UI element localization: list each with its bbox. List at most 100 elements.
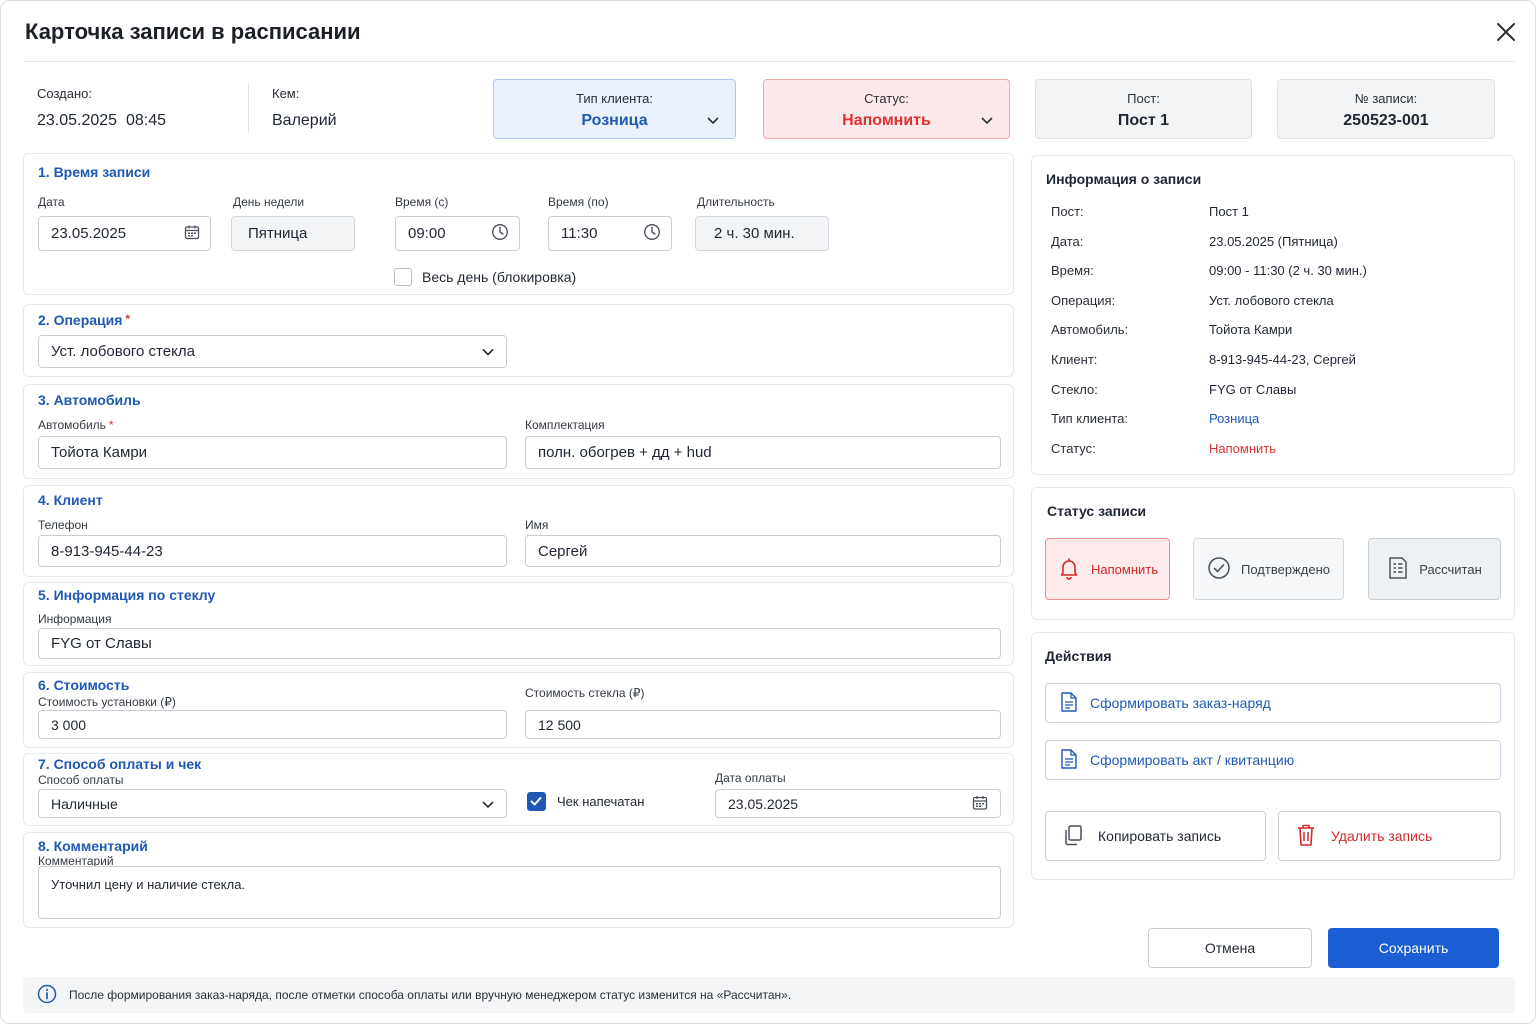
info-row-label: Операция: xyxy=(1051,293,1116,308)
delete-record-button[interactable]: Удалить запись xyxy=(1278,811,1501,861)
act-receipt-button[interactable]: Сформировать акт / квитанцию xyxy=(1045,740,1501,780)
receipt-icon xyxy=(1387,556,1409,583)
section-cost-title: 6. Стоимость xyxy=(38,677,130,693)
work-order-label: Сформировать заказ-наряд xyxy=(1090,695,1271,711)
document-icon xyxy=(1060,748,1078,772)
record-number-label: № записи: xyxy=(1354,91,1418,106)
status-select[interactable]: Статус: Напомнить xyxy=(763,79,1010,139)
post-label: Пост: xyxy=(1127,91,1160,106)
clock-icon[interactable] xyxy=(643,223,661,245)
config-label: Комплектация xyxy=(525,418,605,432)
info-row-label: Дата: xyxy=(1051,234,1084,249)
chevron-down-icon xyxy=(482,343,494,360)
receipt-checkbox[interactable] xyxy=(527,792,546,811)
calendar-icon[interactable] xyxy=(972,794,988,813)
status-value: Напомнить xyxy=(842,112,931,129)
info-row-value: 09:00 - 11:30 (2 ч. 30 мин.) xyxy=(1209,263,1367,278)
info-row-label: Пост: xyxy=(1051,204,1084,219)
cancel-button[interactable]: Отмена xyxy=(1148,928,1312,968)
pay-date-value: 23.05.2025 xyxy=(728,795,799,812)
calendar-icon[interactable] xyxy=(184,224,200,244)
save-button[interactable]: Сохранить xyxy=(1328,928,1499,968)
post-value: Пост 1 xyxy=(1117,112,1170,129)
weekday-label: День недели xyxy=(233,195,305,209)
created-by-value: Валерий xyxy=(272,112,337,129)
name-label: Имя xyxy=(525,518,549,532)
glass-cost-value: 12 500 xyxy=(538,716,581,733)
copy-record-label: Копировать запись xyxy=(1098,828,1222,844)
copy-record-button[interactable]: Копировать запись xyxy=(1045,811,1266,861)
section-operation-title: 2. Операция * xyxy=(38,312,130,328)
info-row-value: Розница xyxy=(1209,411,1260,426)
info-row-value: Уст. лобового стекла xyxy=(1209,293,1334,308)
client-type-value: Розница xyxy=(581,112,648,129)
footer-hint: После формирования заказ-наряда, после о… xyxy=(23,977,1515,1013)
info-row-label: Статус: xyxy=(1051,441,1096,456)
operation-title-text: 2. Операция xyxy=(38,312,123,328)
operation-value: Уст. лобового стекла xyxy=(51,343,195,360)
allday-checkbox[interactable] xyxy=(394,268,412,286)
duration-value: 2 ч. 30 мин. xyxy=(714,225,795,242)
glass-cost-label: Стоимость стекла (₽) xyxy=(525,686,645,700)
record-card-dialog: Карточка записи в расписании Создано: 23… xyxy=(0,0,1536,1024)
time-to-input[interactable]: 11:30 xyxy=(548,216,672,251)
client-type-label: Тип клиента: xyxy=(575,91,654,106)
delete-record-label: Удалить запись xyxy=(1331,828,1433,844)
section-car-title: 3. Автомобиль xyxy=(38,392,141,408)
info-row-label: Клиент: xyxy=(1051,352,1098,367)
glass-cost-input[interactable]: 12 500 xyxy=(525,710,1001,739)
info-row-label: Тип клиента: xyxy=(1051,411,1129,426)
glass-info-label: Информация xyxy=(38,612,112,626)
name-input[interactable]: Сергей xyxy=(525,535,1001,567)
car-label-text: Автомобиль xyxy=(38,418,106,432)
pay-date-label: Дата оплаты xyxy=(715,771,786,785)
actions-panel-title: Действия xyxy=(1045,648,1112,664)
section-glass-title: 5. Информация по стеклу xyxy=(38,587,216,603)
created-by-label: Кем: xyxy=(272,86,300,101)
payment-method-select[interactable]: Наличные xyxy=(38,789,507,818)
required-mark: * xyxy=(108,418,114,432)
weekday-value: Пятница xyxy=(248,225,308,242)
info-row-value: 23.05.2025 (Пятница) xyxy=(1209,234,1338,249)
comment-textarea[interactable]: Уточнил цену и наличие стекла. xyxy=(38,866,1001,919)
act-receipt-label: Сформировать акт / квитанцию xyxy=(1090,752,1295,768)
config-value: полн. обогрев + дд + hud xyxy=(538,444,712,461)
status-calculated-button[interactable]: Рассчитан xyxy=(1368,538,1501,600)
record-number-value: 250523-001 xyxy=(1343,112,1429,129)
title-divider xyxy=(23,61,1515,62)
car-input[interactable]: Тойота Камри xyxy=(38,436,507,469)
phone-input[interactable]: 8-913-945-44-23 xyxy=(38,535,507,567)
config-input[interactable]: полн. обогрев + дд + hud xyxy=(525,436,1001,469)
created-value: 23.05.2025 08:45 xyxy=(37,112,167,129)
info-row-value: Пост 1 xyxy=(1209,204,1249,219)
clock-icon[interactable] xyxy=(491,223,509,245)
info-panel xyxy=(1031,155,1515,475)
info-row-value: 8-913-945-44-23, Сергей xyxy=(1209,352,1356,367)
section-comment-title: 8. Комментарий xyxy=(38,838,148,854)
pay-date-input[interactable]: 23.05.2025 xyxy=(715,789,1001,818)
work-order-button[interactable]: Сформировать заказ-наряд xyxy=(1045,683,1501,723)
meta-divider xyxy=(248,83,249,133)
glass-info-input[interactable]: FYG от Славы xyxy=(38,628,1001,659)
date-value: 23.05.2025 xyxy=(51,225,127,242)
install-cost-input[interactable]: 3 000 xyxy=(38,710,507,739)
client-type-select[interactable]: Тип клиента: Розница xyxy=(493,79,736,139)
operation-select[interactable]: Уст. лобового стекла xyxy=(38,335,507,368)
phone-value: 8-913-945-44-23 xyxy=(51,542,163,560)
info-row-value: Напомнить xyxy=(1209,441,1276,456)
glass-info-value: FYG от Славы xyxy=(51,635,152,652)
payment-method-label: Способ оплаты xyxy=(38,773,124,787)
section-client-title: 4. Клиент xyxy=(38,492,103,508)
name-value: Сергей xyxy=(538,542,588,560)
date-input[interactable]: 23.05.2025 xyxy=(38,216,211,251)
status-panel-title: Статус записи xyxy=(1047,503,1147,519)
post-card: Пост: Пост 1 xyxy=(1035,79,1252,139)
time-from-input[interactable]: 09:00 xyxy=(395,216,520,251)
close-icon[interactable] xyxy=(1493,19,1519,45)
chevron-down-icon xyxy=(707,112,719,128)
created-label: Создано: xyxy=(37,86,92,101)
allday-label: Весь день (блокировка) xyxy=(422,269,577,285)
status-remind-button[interactable]: Напомнить xyxy=(1045,538,1170,600)
install-cost-value: 3 000 xyxy=(51,716,87,733)
status-confirmed-button[interactable]: Подтверждено xyxy=(1193,538,1344,600)
